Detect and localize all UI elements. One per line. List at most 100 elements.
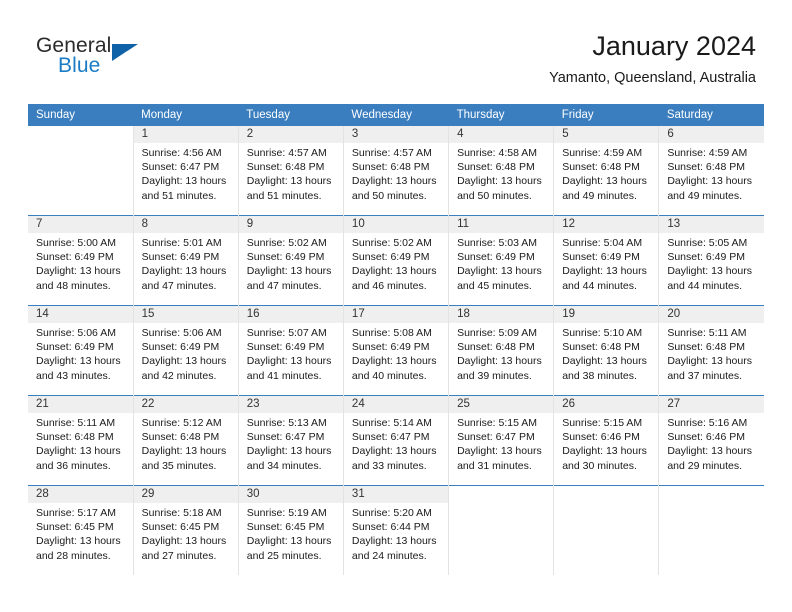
sunrise-text: Sunrise: 5:13 AM [246,417,327,429]
day-cell[interactable]: 7 Sunrise: 5:00 AM Sunset: 6:49 PM Dayli… [28,215,134,306]
daylight-text-line2: and 39 minutes. [457,369,532,382]
day-details: Sunrise: 5:19 AM Sunset: 6:45 PM Dayligh… [239,503,343,563]
day-cell[interactable]: 8 Sunrise: 5:01 AM Sunset: 6:49 PM Dayli… [133,215,239,306]
sunset-text: Sunset: 6:49 PM [667,251,745,264]
logo-text-blue: Blue [58,54,101,77]
daylight-text-line2: and 25 minutes. [246,549,322,562]
daylight-text-line2: and 47 minutes. [141,279,217,292]
day-details: Sunrise: 4:57 AM Sunset: 6:48 PM Dayligh… [344,143,448,203]
sunset-text: Sunset: 6:49 PM [351,251,430,264]
day-number [554,486,658,503]
day-number: 29 [133,486,238,503]
sunset-text: Sunset: 6:48 PM [562,341,640,354]
day-cell[interactable]: 22 Sunrise: 5:12 AM Sunset: 6:48 PM Dayl… [133,395,239,486]
day-cell[interactable]: 28 Sunrise: 5:17 AM Sunset: 6:45 PM Dayl… [28,485,134,575]
calendar-week-row: 21 Sunrise: 5:11 AM Sunset: 6:48 PM Dayl… [28,395,764,486]
sunrise-text: Sunrise: 4:57 AM [351,147,432,159]
day-cell[interactable]: 16 Sunrise: 5:07 AM Sunset: 6:49 PM Dayl… [238,305,344,396]
day-cell[interactable]: 13 Sunrise: 5:05 AM Sunset: 6:49 PM Dayl… [658,215,764,306]
day-details: Sunrise: 5:16 AM Sunset: 6:46 PM Dayligh… [659,413,764,473]
day-number: 18 [449,306,554,323]
day-cell[interactable]: 29 Sunrise: 5:18 AM Sunset: 6:45 PM Dayl… [133,485,239,575]
daylight-text-line1: Daylight: 13 hours [351,265,437,278]
sunrise-text: Sunrise: 4:58 AM [457,147,538,159]
daylight-text-line1: Daylight: 13 hours [141,445,227,458]
day-cell[interactable]: 12 Sunrise: 5:04 AM Sunset: 6:49 PM Dayl… [553,215,660,306]
day-cell[interactable]: 1 Sunrise: 4:56 AM Sunset: 6:47 PM Dayli… [133,126,239,216]
daylight-text-line1: Daylight: 13 hours [36,355,121,368]
sunrise-text: Sunrise: 5:06 AM [36,327,116,339]
daylight-text-line1: Daylight: 13 hours [562,355,647,368]
general-blue-logo[interactable]: General Blue [36,34,176,84]
day-cell[interactable]: 10 Sunrise: 5:02 AM Sunset: 6:49 PM Dayl… [343,215,450,306]
daylight-text-line2: and 50 minutes. [457,189,532,202]
daylight-text-line1: Daylight: 13 hours [562,445,647,458]
day-cell [553,485,660,575]
daylight-text-line1: Daylight: 13 hours [667,175,752,188]
day-cell[interactable]: 25 Sunrise: 5:15 AM Sunset: 6:47 PM Dayl… [448,395,555,486]
day-cell[interactable]: 26 Sunrise: 5:15 AM Sunset: 6:46 PM Dayl… [553,395,660,486]
daylight-text-line1: Daylight: 13 hours [36,265,121,278]
daylight-text-line1: Daylight: 13 hours [141,535,227,548]
daylight-text-line2: and 50 minutes. [351,189,427,202]
day-cell[interactable]: 5 Sunrise: 4:59 AM Sunset: 6:48 PM Dayli… [553,126,660,216]
weekday-header-tuesday: Tuesday [238,104,344,126]
day-cell[interactable]: 30 Sunrise: 5:19 AM Sunset: 6:45 PM Dayl… [238,485,344,575]
day-cell[interactable]: 15 Sunrise: 5:06 AM Sunset: 6:49 PM Dayl… [133,305,239,396]
sunset-text: Sunset: 6:47 PM [457,431,535,444]
day-cell[interactable]: 17 Sunrise: 5:08 AM Sunset: 6:49 PM Dayl… [343,305,450,396]
daylight-text-line1: Daylight: 13 hours [457,265,542,278]
daylight-text-line2: and 47 minutes. [246,279,322,292]
daylight-text-line1: Daylight: 13 hours [246,175,332,188]
day-details [28,143,133,146]
calendar-week-row: 1 Sunrise: 4:56 AM Sunset: 6:47 PM Dayli… [28,126,764,216]
day-cell[interactable]: 6 Sunrise: 4:59 AM Sunset: 6:48 PM Dayli… [658,126,764,216]
day-cell[interactable]: 18 Sunrise: 5:09 AM Sunset: 6:48 PM Dayl… [448,305,555,396]
sunset-text: Sunset: 6:46 PM [667,431,745,444]
sunset-text: Sunset: 6:45 PM [246,521,325,534]
daylight-text-line2: and 49 minutes. [562,189,637,202]
day-number: 26 [554,396,659,413]
day-number: 2 [238,126,343,143]
daylight-text-line1: Daylight: 13 hours [141,355,227,368]
day-cell[interactable]: 31 Sunrise: 5:20 AM Sunset: 6:44 PM Dayl… [343,485,450,575]
day-cell[interactable]: 21 Sunrise: 5:11 AM Sunset: 6:48 PM Dayl… [28,395,134,486]
day-cell[interactable]: 20 Sunrise: 5:11 AM Sunset: 6:48 PM Dayl… [658,305,764,396]
day-details: Sunrise: 5:02 AM Sunset: 6:49 PM Dayligh… [239,233,343,293]
sunset-text: Sunset: 6:47 PM [246,431,325,444]
day-cell[interactable]: 4 Sunrise: 4:58 AM Sunset: 6:48 PM Dayli… [448,126,555,216]
day-number: 3 [343,126,449,143]
day-cell[interactable]: 11 Sunrise: 5:03 AM Sunset: 6:49 PM Dayl… [448,215,555,306]
sunset-text: Sunset: 6:48 PM [351,161,430,174]
day-cell [658,485,764,575]
daylight-text-line1: Daylight: 13 hours [457,445,542,458]
day-details: Sunrise: 5:06 AM Sunset: 6:49 PM Dayligh… [134,323,238,383]
day-cell[interactable]: 9 Sunrise: 5:02 AM Sunset: 6:49 PM Dayli… [238,215,344,306]
day-cell[interactable]: 3 Sunrise: 4:57 AM Sunset: 6:48 PM Dayli… [343,126,450,216]
sunset-text: Sunset: 6:45 PM [141,521,220,534]
day-cell[interactable]: 14 Sunrise: 5:06 AM Sunset: 6:49 PM Dayl… [28,305,134,396]
day-cell[interactable]: 24 Sunrise: 5:14 AM Sunset: 6:47 PM Dayl… [343,395,450,486]
sunset-text: Sunset: 6:49 PM [457,251,535,264]
day-cell[interactable]: 23 Sunrise: 5:13 AM Sunset: 6:47 PM Dayl… [238,395,344,486]
daylight-text-line2: and 33 minutes. [351,459,427,472]
day-number [449,486,553,503]
sunset-text: Sunset: 6:49 PM [246,251,325,264]
day-cell[interactable]: 2 Sunrise: 4:57 AM Sunset: 6:48 PM Dayli… [238,126,344,216]
day-number: 17 [343,306,449,323]
day-details: Sunrise: 5:11 AM Sunset: 6:48 PM Dayligh… [659,323,764,383]
day-number: 1 [133,126,238,143]
sunset-text: Sunset: 6:48 PM [562,161,640,174]
daylight-text-line2: and 46 minutes. [351,279,427,292]
sunrise-text: Sunrise: 4:59 AM [667,147,748,159]
day-cell [28,126,134,216]
day-details: Sunrise: 5:07 AM Sunset: 6:49 PM Dayligh… [239,323,343,383]
daylight-text-line1: Daylight: 13 hours [36,445,121,458]
daylight-text-line2: and 48 minutes. [36,279,111,292]
page-subtitle: Yamanto, Queensland, Australia [549,70,756,86]
page-title: January 2024 [592,31,756,61]
sunrise-text: Sunrise: 5:16 AM [667,417,748,429]
day-cell[interactable]: 19 Sunrise: 5:10 AM Sunset: 6:48 PM Dayl… [553,305,660,396]
day-cell[interactable]: 27 Sunrise: 5:16 AM Sunset: 6:46 PM Dayl… [658,395,764,486]
day-number: 15 [133,306,238,323]
